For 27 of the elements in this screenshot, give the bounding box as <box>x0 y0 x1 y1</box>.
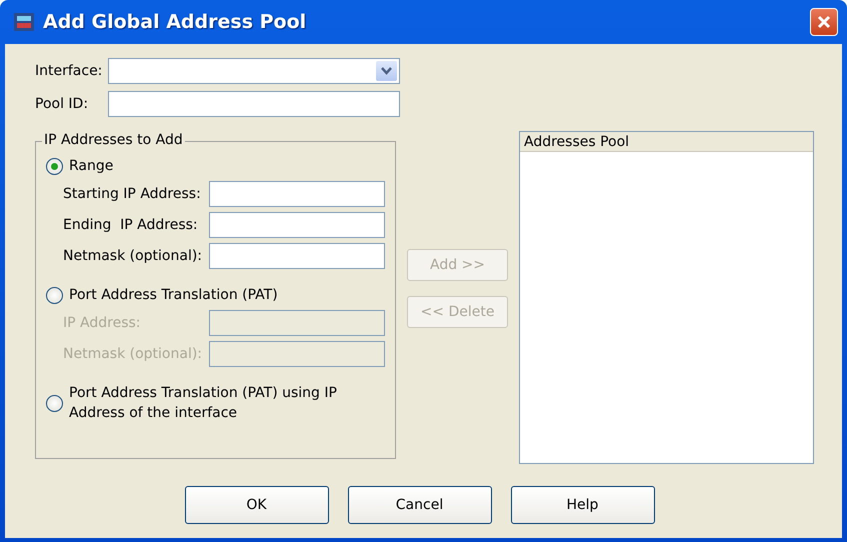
field-label: Netmask (optional): <box>63 346 204 362</box>
radio-button[interactable] <box>46 286 63 304</box>
column-header[interactable]: Addresses Pool <box>520 132 813 152</box>
app-icon <box>13 12 35 32</box>
option-label: Port Address Translation (PAT) <box>69 286 278 305</box>
interface-dropdown[interactable] <box>108 58 400 84</box>
option-label: Port Address Translation (PAT) using IP Address of the interface <box>69 384 338 423</box>
input-field[interactable] <box>209 212 385 238</box>
radio-button[interactable] <box>46 158 63 174</box>
dialog-button[interactable]: Help <box>510 486 654 524</box>
address-list[interactable]: Addresses Pool <box>519 131 814 464</box>
close-button[interactable] <box>810 8 838 36</box>
radio-button[interactable] <box>46 394 63 412</box>
field-label: Interface: <box>35 63 102 79</box>
field-label: IP Address: <box>63 315 142 331</box>
dialog-button[interactable]: Cancel <box>348 486 492 524</box>
window-title: Add Global Address Pool <box>43 11 308 33</box>
input-field[interactable] <box>209 181 385 207</box>
input-field[interactable] <box>108 91 400 117</box>
close-icon[interactable] <box>816 14 832 30</box>
dialog-button[interactable]: OK <box>184 486 328 524</box>
field-label: Starting IP Address: <box>63 186 202 202</box>
field-label: Netmask (optional): <box>63 248 204 264</box>
option-label: Range <box>69 157 114 176</box>
field-label: Pool ID: <box>35 96 90 112</box>
field-label: Ending IP Address: <box>63 217 199 233</box>
input-field[interactable] <box>209 243 385 269</box>
